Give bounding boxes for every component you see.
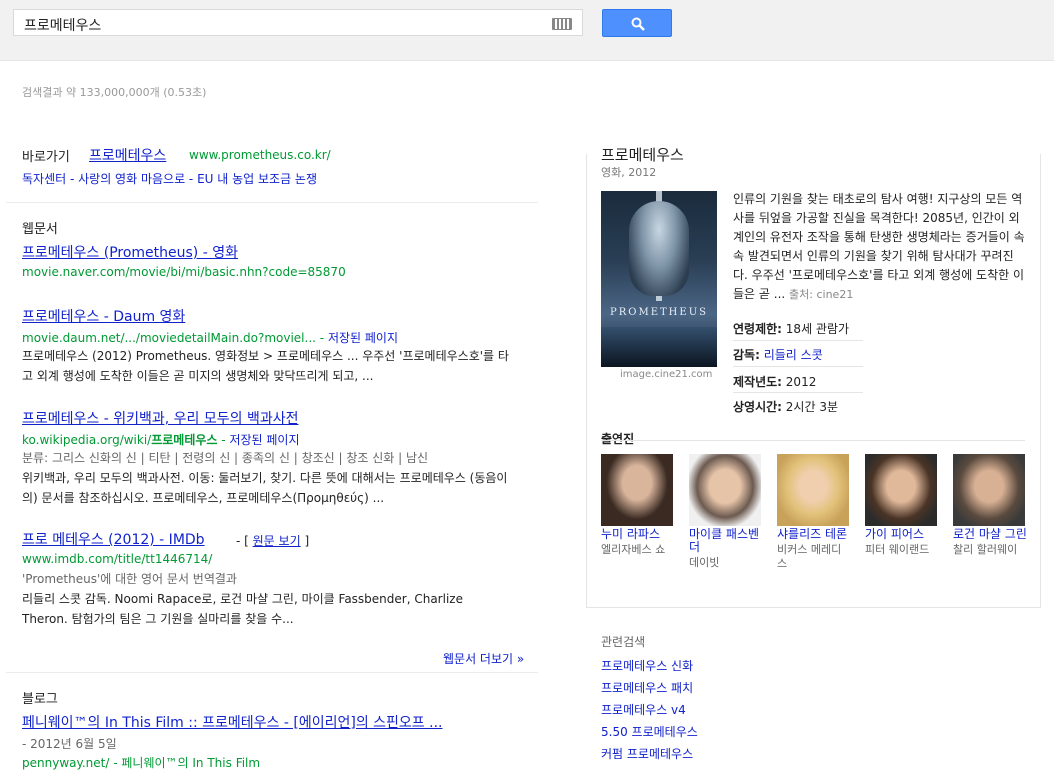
shortcut-url: www.prometheus.co.kr/ <box>189 148 331 162</box>
blog-url: pennyway.net/ - 페니웨이™의 In This Film <box>22 756 261 770</box>
shortcut-title-link[interactable]: 프로메테우스 <box>89 145 166 165</box>
blog-date: - 2012년 6월 5일 <box>22 737 117 751</box>
divider <box>733 340 863 341</box>
image-credit: image.cine21.com <box>620 369 713 380</box>
original-view-link[interactable]: 원문 보기 <box>253 534 301 548</box>
result-snippet: 위키백과, 우리 모두의 백과사전. 이동: 둘러보기, 찾기. 다른 뜻에 대… <box>22 471 508 505</box>
cast-member[interactable]: 누미 라파스 엘리자베스 쇼 <box>601 454 675 557</box>
fact-rating: 연령제한: 18세 관람가 <box>733 322 850 336</box>
shortcut-sitelinks[interactable]: 독자센터 - 사랑의 영화 마음으로 - EU 내 농업 보조금 논쟁 <box>22 170 317 187</box>
result-url: movie.daum.net/.../moviedetailMain.do?mo… <box>22 331 398 345</box>
divider <box>6 672 538 673</box>
cast-name-link[interactable]: 마이클 패스벤더 <box>689 528 763 554</box>
divider <box>6 202 538 203</box>
blog-heading: 블로그 <box>22 692 58 707</box>
result-url: www.imdb.com/title/tt1446714/ <box>22 552 213 566</box>
cast-name-link[interactable]: 샤를리즈 테론 <box>777 528 851 541</box>
cast-role: 데이빗 <box>689 556 720 569</box>
web-heading: 웹문서 <box>22 222 58 237</box>
poster-title: PROMETHEUS <box>610 307 708 318</box>
cast-name-link[interactable]: 로건 마샬 그린 <box>953 528 1027 541</box>
search-query[interactable]: 프로메테우스 <box>24 15 101 35</box>
related-search-link[interactable]: 프로메테우스 패치 <box>601 679 693 696</box>
director-link[interactable]: 리들리 스콧 <box>764 348 823 362</box>
result-title-link[interactable]: 프로메테우스 - 위키백과, 우리 모두의 백과사전 <box>22 408 298 428</box>
result-url: movie.naver.com/movie/bi/mi/basic.nhn?co… <box>22 265 346 279</box>
related-search-link[interactable]: 프로메테우스 신화 <box>601 657 693 674</box>
related-search-link[interactable]: 프로메테우스 v4 <box>601 701 686 718</box>
related-heading: 관련검색 <box>601 635 646 649</box>
cast-member[interactable]: 가이 피어스 피터 웨이랜드 <box>865 454 939 557</box>
divider <box>733 392 863 393</box>
original-link-wrapper: - [ 원문 보기 ] <box>236 534 310 548</box>
fact-director: 감독: 리들리 스콧 <box>733 348 823 362</box>
cast-member[interactable]: 로건 마샬 그린 찰리 할러웨이 <box>953 454 1027 557</box>
divider <box>733 366 863 367</box>
search-input[interactable]: 프로메테우스 <box>13 9 583 36</box>
blog-title-link[interactable]: 페니웨이™의 In This Film :: 프로메테우스 - [에이리언]의 … <box>22 712 442 732</box>
cast-member[interactable]: 마이클 패스벤더 데이빗 <box>689 454 763 570</box>
result-snippet: 'Prometheus'에 대한 영어 문서 번역결과 <box>22 572 237 586</box>
shortcut-label: 바로가기 <box>22 150 70 165</box>
search-button[interactable] <box>602 9 672 37</box>
related-search-link[interactable]: 5.50 프로메테우스 <box>601 723 698 740</box>
cast-photo[interactable] <box>953 454 1025 526</box>
movie-poster-image[interactable]: PROMETHEUS <box>601 191 717 367</box>
result-title-link[interactable]: 프로메테우스 (Prometheus) - 영화 <box>22 242 238 262</box>
cast-photo[interactable] <box>689 454 761 526</box>
cast-photo[interactable] <box>865 454 937 526</box>
cast-name-link[interactable]: 가이 피어스 <box>865 528 939 541</box>
result-stats: 검색결과 약 133,000,000개 (0.53초) <box>22 86 207 99</box>
search-header: 프로메테우스 <box>0 0 1054 61</box>
more-web-results-link[interactable]: 웹문서 더보기 » <box>443 650 524 667</box>
result-title-link[interactable]: 프로 메테우스 (2012) - IMDb <box>22 529 205 549</box>
cast-member[interactable]: 샤를리즈 테론 비커스 메레디스 <box>777 454 851 571</box>
fact-year: 제작년도: 2012 <box>733 375 817 389</box>
result-snippet: 분류: 그리스 신화의 신 | 티탄 | 전령의 신 | 종족의 신 | 창조신… <box>22 451 429 465</box>
cast-photo[interactable] <box>601 454 673 526</box>
cached-page-link[interactable]: 저장된 페이지 <box>229 433 299 447</box>
cast-role: 찰리 할러웨이 <box>953 543 1018 556</box>
related-search-link[interactable]: 커펌 프로메테우스 <box>601 745 693 762</box>
panel-title: 프로메테우스 <box>601 146 684 164</box>
cast-role: 비커스 메레디스 <box>777 543 842 570</box>
cast-role: 피터 웨이랜드 <box>865 543 930 556</box>
cast-photo[interactable] <box>777 454 849 526</box>
cached-page-link[interactable]: 저장된 페이지 <box>328 331 398 345</box>
fact-runtime: 상영시간: 2시간 3분 <box>733 400 839 414</box>
panel-subtitle: 영화, 2012 <box>601 166 657 179</box>
result-snippet: 리들리 스콧 감독. Noomi Rapace로, 로건 마샬 그린, 마이클 … <box>22 592 463 626</box>
divider <box>601 440 1025 441</box>
result-snippet: 프로메테우스 (2012) Prometheus. 영화정보 > 프로메테우스 … <box>22 349 509 383</box>
panel-description: 인류의 기원을 찾는 태초로의 탐사 여행! 지구상의 모든 역사를 뒤엎을 가… <box>733 192 1025 301</box>
cast-heading: 출연진 <box>601 432 635 446</box>
keyboard-icon[interactable] <box>552 18 572 30</box>
result-title-link[interactable]: 프로메테우스 - Daum 영화 <box>22 306 185 326</box>
result-url: ko.wikipedia.org/wiki/프로메테우스 - 저장된 페이지 <box>22 433 300 447</box>
cast-name-link[interactable]: 누미 라파스 <box>601 528 675 541</box>
description-source: 출처: cine21 <box>789 288 854 301</box>
search-icon <box>631 17 645 31</box>
cast-role: 엘리자베스 쇼 <box>601 543 666 556</box>
